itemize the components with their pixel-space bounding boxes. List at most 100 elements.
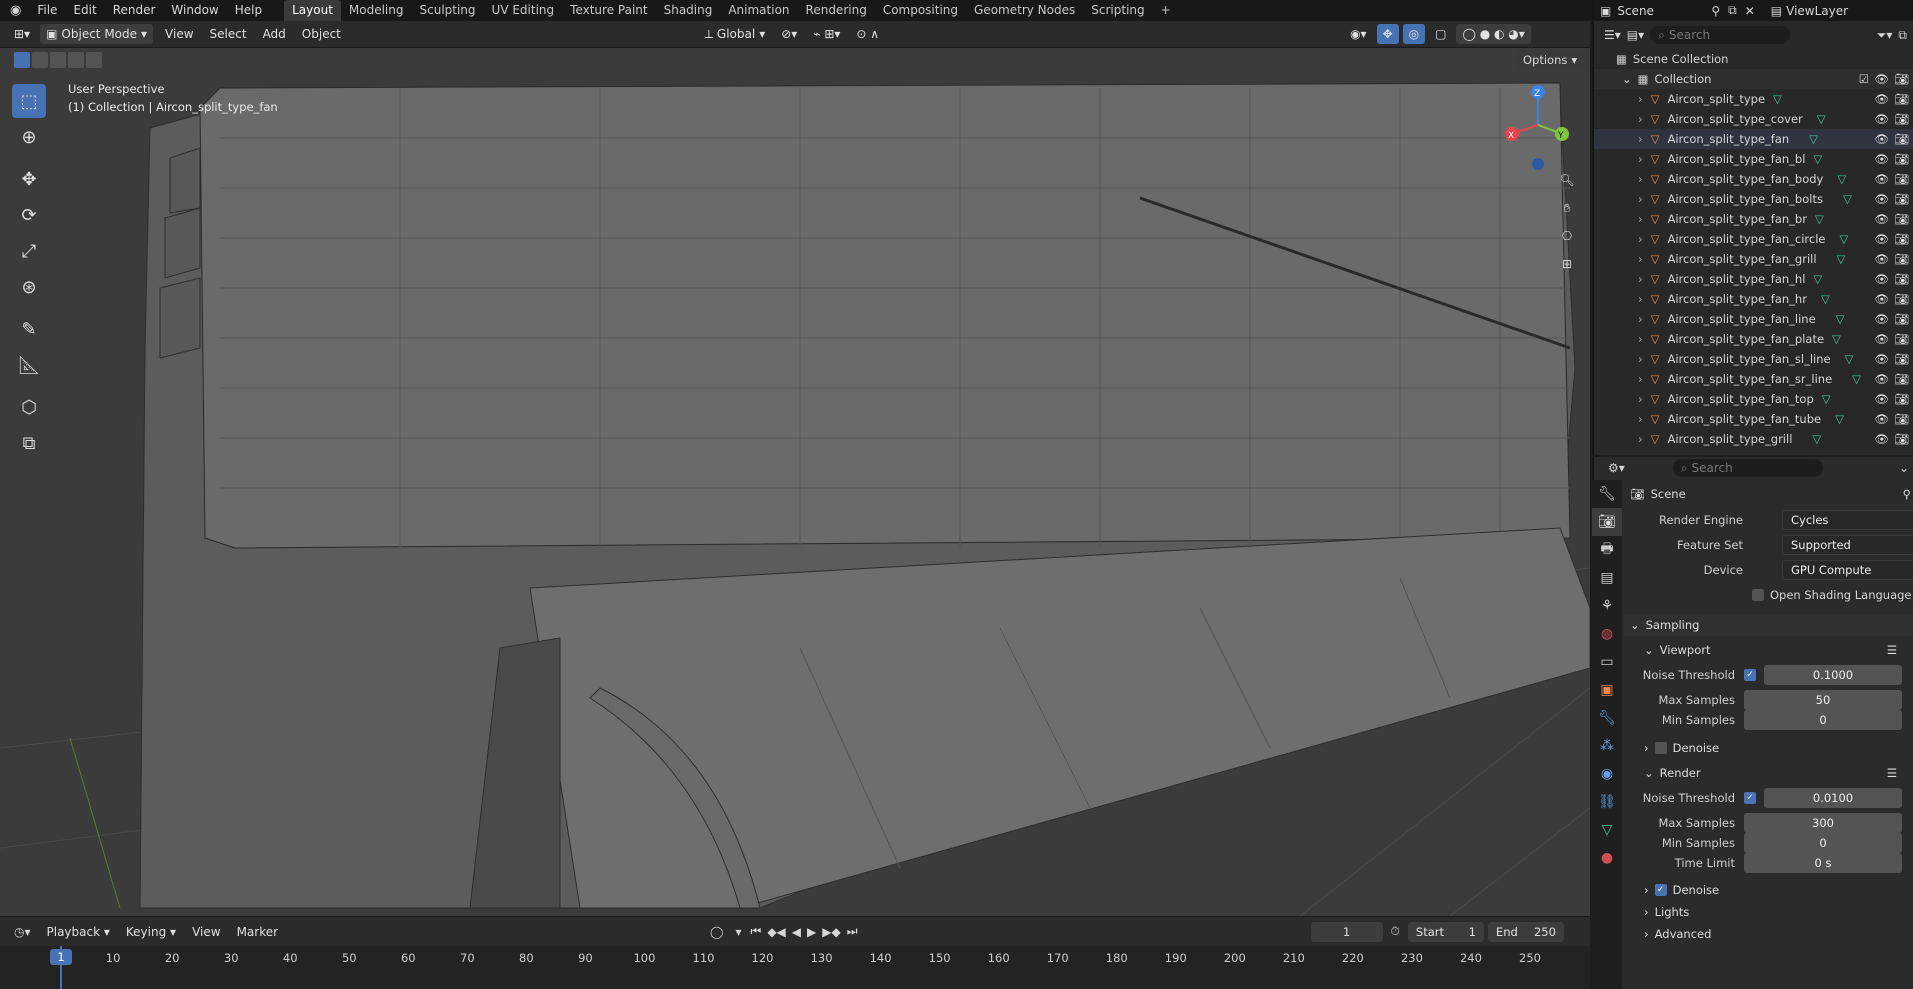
outliner-search-field[interactable]: ⌕ Search — [1650, 26, 1791, 44]
eye-icon[interactable]: 👁︎ — [1874, 332, 1889, 346]
camera-icon[interactable]: 📷︎ — [1894, 132, 1909, 146]
object-name[interactable]: Aircon_split_type_fan_grill — [1667, 252, 1816, 266]
annotate-icon[interactable]: ✎ — [12, 312, 46, 346]
expand-arrow-icon[interactable]: › — [1638, 272, 1643, 286]
next-keyframe-icon[interactable]: ▶◆ — [819, 925, 843, 939]
extra-tool-icon[interactable]: ⧉ — [12, 426, 46, 460]
tab-shading[interactable]: Shading — [656, 0, 721, 21]
record-icon[interactable]: ◯ — [704, 925, 729, 939]
camera-icon[interactable]: 📷︎ — [1894, 252, 1909, 266]
keying-set-icon[interactable]: ▾ — [729, 925, 747, 939]
expand-arrow-icon[interactable]: › — [1638, 292, 1643, 306]
eye-icon[interactable]: 👁︎ — [1874, 392, 1889, 406]
eye-icon[interactable]: 👁︎ — [1874, 212, 1889, 226]
xray-icon[interactable]: ▢ — [1429, 24, 1452, 44]
outliner-object-row[interactable]: › ▽ Aircon_split_type_fan_body ▽ 👁︎ 📷︎ — [1594, 169, 1913, 189]
menu-view[interactable]: View — [157, 27, 201, 41]
object-name[interactable]: Aircon_split_type_fan_sr_line — [1667, 372, 1832, 386]
render-engine-select[interactable]: Cycles ⌄ — [1782, 510, 1913, 530]
object-name[interactable]: Aircon_split_type — [1667, 92, 1765, 106]
gizmo-toggle-icon[interactable]: ✥ — [1376, 24, 1399, 44]
play-icon[interactable]: ▶ — [804, 925, 819, 939]
r-min-samples-field[interactable]: 0 — [1744, 833, 1902, 853]
select-mode-buttons[interactable] — [14, 52, 102, 68]
select-intersect-icon[interactable] — [86, 52, 102, 68]
eye-icon[interactable]: 👁︎ — [1874, 192, 1889, 206]
menu-window[interactable]: Window — [163, 0, 226, 21]
camera-icon[interactable]: 📷︎ — [1894, 232, 1909, 246]
object-tab-icon[interactable]: ▣ — [1592, 676, 1622, 704]
start-frame-field[interactable]: Start 1 — [1407, 921, 1484, 942]
tab-scripting[interactable]: Scripting — [1083, 0, 1152, 21]
r-max-samples-field[interactable]: 300 — [1744, 813, 1902, 833]
transform-icon[interactable]: ⊛ — [12, 270, 46, 304]
timeline-ruler[interactable]: 1102030405060708090100110120130140150160… — [0, 946, 1590, 989]
expand-arrow-icon[interactable]: › — [1638, 232, 1643, 246]
camera-icon[interactable]: 📷︎ — [1894, 172, 1909, 186]
camera-icon[interactable]: 📷︎ — [1894, 292, 1909, 306]
tab-modeling[interactable]: Modeling — [341, 0, 412, 21]
eye-icon[interactable]: 👁︎ — [1874, 72, 1889, 86]
eye-icon[interactable]: 👁︎ — [1874, 232, 1889, 246]
camera-icon[interactable]: 📷︎ — [1894, 372, 1909, 386]
object-name[interactable]: Aircon_split_type_grill — [1667, 432, 1792, 446]
outliner-object-row[interactable]: › ▽ Aircon_split_type_fan_hr ▽ 👁︎ 📷︎ — [1594, 289, 1913, 309]
vp-denoise-checkbox[interactable] — [1654, 742, 1667, 754]
expand-arrow-icon[interactable]: › — [1638, 312, 1643, 326]
modifier-tab-icon[interactable]: 🔧︎ — [1592, 704, 1622, 732]
collection-row[interactable]: ⌄ ▦ Collection ☑ 👁︎ 📷︎ — [1594, 69, 1913, 89]
menu-help[interactable]: Help — [227, 0, 270, 21]
constraints-tab-icon[interactable]: ⛓︎ — [1592, 788, 1622, 816]
select-extend-icon[interactable] — [32, 52, 48, 68]
mode-selector[interactable]: ▣ Object Mode ▾ — [40, 24, 154, 44]
tab-rendering[interactable]: Rendering — [798, 0, 875, 21]
vp-noise-threshold-checkbox[interactable]: ✓ — [1744, 669, 1756, 681]
material-tab-icon[interactable]: ● — [1592, 844, 1622, 872]
vp-min-samples-field[interactable]: 0 — [1744, 710, 1902, 730]
expand-arrow-icon[interactable]: › — [1638, 152, 1643, 166]
tab-geometry-nodes[interactable]: Geometry Nodes — [966, 0, 1083, 21]
chevron-down-icon[interactable]: ⌄ — [1899, 461, 1913, 475]
outliner-object-row[interactable]: › ▽ Aircon_split_type_fan_br ▽ 👁︎ 📷︎ — [1594, 209, 1913, 229]
eye-icon[interactable]: 👁︎ — [1874, 312, 1889, 326]
render-subpanel-header[interactable]: ⌄ Render ☰ — [1624, 762, 1913, 784]
select-subtract-icon[interactable] — [50, 52, 66, 68]
editor-type-button[interactable]: ⊞▾ — [8, 24, 36, 44]
object-name[interactable]: Aircon_split_type_cover — [1667, 112, 1802, 126]
device-select[interactable]: GPU Compute ⌄ — [1782, 560, 1913, 580]
jump-start-icon[interactable]: ⏮ — [748, 924, 765, 939]
r-noise-threshold-field[interactable]: 0.0100 — [1764, 788, 1902, 808]
playback-menu[interactable]: Playback ▾ — [39, 925, 118, 939]
select-invert-icon[interactable] — [68, 52, 84, 68]
navigation-gizmo[interactable]: Z Y X — [1500, 80, 1580, 170]
timeline-view-menu[interactable]: View — [184, 925, 228, 939]
end-frame-field[interactable]: End 250 — [1487, 921, 1564, 942]
tool-tab-icon[interactable]: 🔧︎ — [1592, 480, 1622, 508]
object-name[interactable]: Aircon_split_type_fan_hl — [1667, 272, 1805, 286]
delete-scene-icon[interactable]: ✕ — [1741, 4, 1759, 18]
expand-arrow-icon[interactable]: › — [1638, 92, 1643, 106]
tab-compositing[interactable]: Compositing — [875, 0, 966, 21]
checkbox-icon[interactable]: ☑ — [1859, 72, 1869, 86]
zoom-icon[interactable]: 🔍︎ — [1555, 168, 1579, 192]
lights-subpanel-header[interactable]: › Lights — [1624, 901, 1913, 923]
menu-select[interactable]: Select — [202, 27, 255, 41]
transform-orientation-select[interactable]: ⟂ Global ▾ — [699, 24, 771, 44]
add-cube-icon[interactable]: ⬡ — [12, 390, 46, 424]
list-menu-icon[interactable]: ☰ — [1887, 766, 1897, 780]
eye-icon[interactable]: 👁︎ — [1874, 352, 1889, 366]
eye-icon[interactable]: 👁︎ — [1874, 292, 1889, 306]
feature-set-select[interactable]: Supported ⌄ — [1782, 535, 1913, 555]
filter-icon[interactable]: ⏷▾ — [1877, 28, 1893, 43]
object-name[interactable]: Aircon_split_type_fan_body — [1667, 172, 1823, 186]
expand-arrow-icon[interactable]: › — [1638, 372, 1643, 386]
outliner-object-row[interactable]: › ▽ Aircon_split_type_grill ▽ 👁︎ 📷︎ — [1594, 429, 1913, 449]
expand-arrow-icon[interactable]: › — [1638, 432, 1643, 446]
outliner-object-row[interactable]: › ▽ Aircon_split_type_fan_top ▽ 👁︎ 📷︎ — [1594, 389, 1913, 409]
sampling-panel-header[interactable]: ⌄ Sampling — [1624, 614, 1913, 636]
eye-icon[interactable]: 👁︎ — [1874, 412, 1889, 426]
tab-sculpting[interactable]: Sculpting — [412, 0, 484, 21]
select-box-icon[interactable]: ⬚ — [12, 84, 46, 118]
properties-search-field[interactable]: ⌕ Search — [1672, 459, 1823, 477]
menu-file[interactable]: File — [29, 0, 65, 21]
